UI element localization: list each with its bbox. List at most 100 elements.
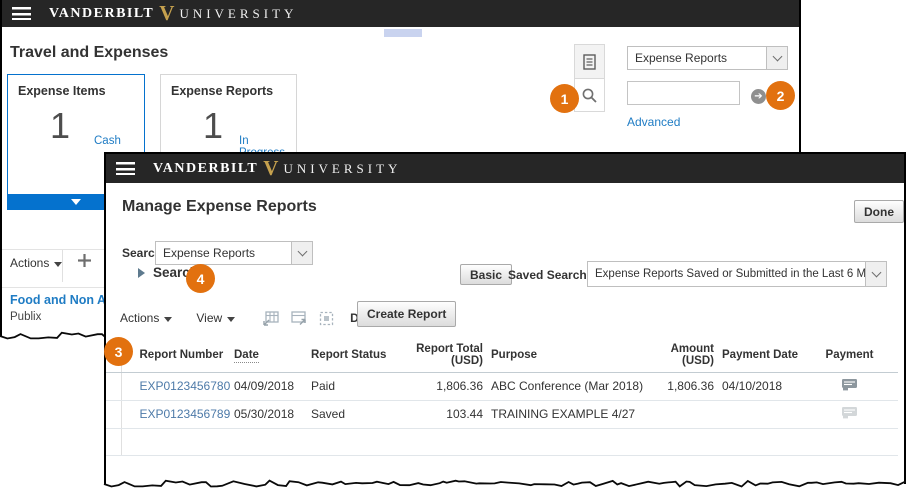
- callout-1: 1: [550, 84, 579, 113]
- date-cell: 04/09/2018: [231, 372, 307, 401]
- payment-date-cell: [718, 400, 801, 429]
- export-to-excel-icon: [263, 310, 279, 326]
- actions-label: Actions: [10, 256, 50, 270]
- actions-menu[interactable]: Actions: [10, 256, 63, 270]
- amount-cell: [644, 400, 718, 429]
- column-header-sorted[interactable]: Date: [231, 338, 307, 373]
- date-cell: 05/30/2018: [231, 400, 307, 429]
- vanderbilt-v-icon: V: [159, 1, 175, 25]
- status-cell: Paid: [307, 372, 401, 401]
- report-number-link[interactable]: EXP0123456789: [140, 407, 231, 421]
- purpose-cell: ABC Conference (Mar 2018): [487, 372, 644, 401]
- query-by-example-icon: [291, 310, 306, 325]
- selected-category: Expense Reports: [163, 246, 256, 260]
- saved-search-select[interactable]: Expense Reports Saved or Submitted in th…: [587, 261, 887, 287]
- empty-row: [106, 428, 898, 456]
- triangle-right-icon: [138, 267, 145, 278]
- brand-vanderbilt: VANDERBILT: [153, 160, 259, 176]
- payment-icon: [841, 406, 858, 422]
- divider: [62, 250, 63, 282]
- menu-icon[interactable]: [12, 7, 31, 20]
- card-count: 1: [50, 105, 71, 146]
- basic-button[interactable]: Basic: [460, 264, 513, 285]
- search-category-select[interactable]: Expense Reports: [627, 46, 788, 70]
- table-row[interactable]: EXP0123456789 05/30/2018 Saved 103.44 TR…: [106, 400, 898, 429]
- merchant-label: Publix: [10, 311, 42, 323]
- actions-label: Actions: [120, 311, 160, 325]
- vanderbilt-v-icon: V: [263, 156, 279, 180]
- chevron-down-icon: [865, 262, 886, 286]
- payment-icon: [841, 378, 858, 394]
- selected-category: Expense Reports: [635, 51, 728, 65]
- saved-search-value: Expense Reports Saved or Submitted in th…: [595, 268, 865, 280]
- chevron-down-icon: [71, 198, 81, 205]
- chevron-down-icon: [766, 47, 787, 69]
- column-header[interactable]: Payment: [801, 338, 898, 373]
- menu-icon[interactable]: [116, 162, 135, 175]
- column-header[interactable]: Purpose: [487, 338, 644, 373]
- table-row[interactable]: EXP0123456780 04/09/2018 Paid 1,806.36 A…: [106, 372, 898, 401]
- infolets-tab[interactable]: [575, 45, 604, 78]
- brand-vanderbilt: VANDERBILT: [49, 5, 155, 21]
- advanced-link[interactable]: Advanced: [627, 115, 680, 129]
- callout-3: 3: [104, 337, 133, 366]
- report-total-cell: 1,806.36: [401, 372, 487, 401]
- card-count: 1: [203, 105, 224, 146]
- row-selector[interactable]: [106, 400, 122, 429]
- app-header: VANDERBILT V UNIVERSITY: [2, 0, 799, 27]
- detach-button[interactable]: [319, 311, 334, 326]
- export-to-excel-button[interactable]: [263, 310, 279, 326]
- app-header: VANDERBILT V UNIVERSITY: [106, 154, 904, 183]
- card-title: Expense Reports: [171, 84, 274, 98]
- search-icon: [582, 88, 597, 103]
- detach-icon: [320, 311, 334, 325]
- column-header[interactable]: Report Total (USD): [401, 338, 487, 373]
- view-label: View: [196, 311, 223, 325]
- row-selector[interactable]: [106, 372, 122, 401]
- screenshot-stage: VANDERBILT V UNIVERSITY Travel and Expen…: [0, 0, 906, 493]
- page-title: Travel and Expenses: [10, 44, 169, 61]
- column-header[interactable]: Report Status: [307, 338, 401, 373]
- brand-university: UNIVERSITY: [179, 5, 298, 21]
- page-title: Manage Expense Reports: [122, 198, 317, 215]
- cash-link[interactable]: Cash: [94, 135, 121, 147]
- callout-2: 2: [766, 81, 795, 110]
- arrow-right-icon: ➔: [754, 90, 763, 102]
- column-header[interactable]: Report Number: [121, 338, 231, 373]
- brand-logo: VANDERBILT V UNIVERSITY: [153, 158, 401, 179]
- column-header[interactable]: Payment Date: [718, 338, 801, 373]
- brand-logo: VANDERBILT V UNIVERSITY: [49, 3, 297, 24]
- caret-down-icon: [164, 316, 173, 322]
- brand-university: UNIVERSITY: [283, 160, 402, 176]
- side-tab-strip: [574, 44, 605, 112]
- query-by-example-button[interactable]: [291, 310, 307, 326]
- callout-4: 4: [186, 264, 215, 293]
- search-input[interactable]: [627, 81, 740, 105]
- amount-cell: 1,806.36: [644, 372, 718, 401]
- table-header-row: Report Number Date Report Status Report …: [106, 338, 898, 373]
- saved-search-label: Saved Search: [508, 268, 587, 282]
- partial-toolbar-fragment: [384, 29, 422, 37]
- report-number-link[interactable]: EXP0123456780: [140, 379, 231, 393]
- add-button[interactable]: [76, 252, 93, 274]
- search-go-button[interactable]: ➔: [751, 89, 766, 104]
- expense-reports-table: Report Number Date Report Status Report …: [106, 338, 898, 456]
- status-cell: Saved: [307, 400, 401, 429]
- payment-date-cell: 04/10/2018: [718, 372, 801, 401]
- purpose-cell: TRAINING EXAMPLE 4/27: [487, 400, 644, 429]
- search-tab[interactable]: [575, 78, 604, 111]
- caret-down-icon: [227, 316, 236, 322]
- torn-edge: [103, 479, 906, 488]
- date-header-label: Date: [234, 348, 259, 363]
- expense-item-link[interactable]: Food and Non A: [10, 293, 106, 307]
- actions-menu[interactable]: Actions: [120, 311, 173, 325]
- create-report-button[interactable]: Create Report: [357, 301, 457, 327]
- view-menu[interactable]: View: [196, 311, 236, 325]
- card-title: Expense Items: [18, 84, 106, 98]
- column-header[interactable]: Amount (USD): [644, 338, 718, 373]
- manage-expense-reports-window: VANDERBILT V UNIVERSITY Manage Expense R…: [103, 152, 906, 488]
- report-total-cell: 103.44: [401, 400, 487, 429]
- plus-icon: [78, 254, 91, 267]
- search-category-select[interactable]: Expense Reports: [155, 241, 313, 265]
- done-button[interactable]: Done: [854, 200, 904, 223]
